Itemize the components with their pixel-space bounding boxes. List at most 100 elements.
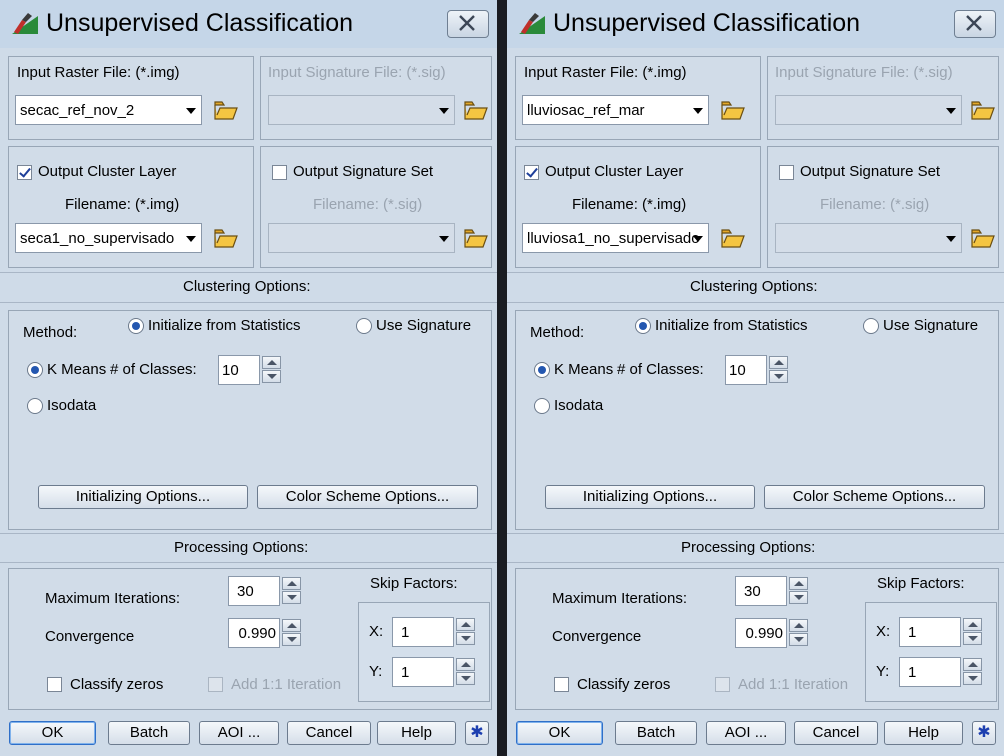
max-iterations-spinner[interactable]: 30 bbox=[735, 576, 813, 606]
spin-up-icon[interactable] bbox=[769, 356, 788, 369]
output-signature-checkbox[interactable] bbox=[272, 165, 287, 180]
classify-zeros-checkbox[interactable] bbox=[47, 677, 62, 692]
skip-x-spinner[interactable]: 1 bbox=[899, 617, 989, 647]
window-title: Unsupervised Classification bbox=[553, 9, 861, 37]
batch-button[interactable]: Batch bbox=[108, 721, 190, 745]
output-signature-combo[interactable] bbox=[268, 223, 455, 253]
skip-factors-label: Skip Factors: bbox=[370, 575, 458, 592]
use-signature-radio[interactable] bbox=[356, 318, 372, 334]
spin-up-icon[interactable] bbox=[456, 618, 475, 631]
spin-down-icon[interactable] bbox=[963, 672, 982, 685]
spin-up-icon[interactable] bbox=[282, 619, 301, 632]
max-iterations-label: Maximum Iterations: bbox=[45, 590, 181, 607]
aoi-button[interactable]: AOI ... bbox=[706, 721, 786, 745]
folder-open-icon[interactable] bbox=[971, 99, 995, 121]
color-scheme-options-button[interactable]: Color Scheme Options... bbox=[257, 485, 478, 509]
cancel-button[interactable]: Cancel bbox=[287, 721, 371, 745]
asterisk-icon[interactable]: ✱ bbox=[465, 721, 489, 745]
input-raster-label: Input Raster File: (*.img) bbox=[17, 64, 180, 81]
batch-button[interactable]: Batch bbox=[615, 721, 697, 745]
close-button[interactable] bbox=[447, 10, 489, 38]
input-signature-combo[interactable] bbox=[268, 95, 455, 125]
k-means-radio[interactable] bbox=[534, 362, 550, 378]
k-means-radio[interactable] bbox=[27, 362, 43, 378]
number-of-classes-spinner[interactable]: 10 bbox=[725, 355, 795, 385]
spin-up-icon[interactable] bbox=[282, 577, 301, 590]
spin-down-icon[interactable] bbox=[963, 632, 982, 645]
skip-x-label: X: bbox=[369, 623, 384, 640]
skip-y-label: Y: bbox=[369, 663, 383, 680]
input-raster-label: Input Raster File: (*.img) bbox=[524, 64, 687, 81]
spin-up-icon[interactable] bbox=[262, 356, 281, 369]
folder-open-icon[interactable] bbox=[214, 227, 238, 249]
spin-down-icon[interactable] bbox=[789, 633, 808, 646]
input-signature-label: Input Signature File: (*.sig) bbox=[268, 64, 446, 81]
chevron-down-icon bbox=[439, 108, 449, 114]
add-iteration-checkbox[interactable] bbox=[208, 677, 223, 692]
init-from-statistics-radio[interactable] bbox=[635, 318, 651, 334]
spin-down-icon[interactable] bbox=[769, 370, 788, 383]
method-label: Method: bbox=[530, 324, 585, 341]
max-iterations-spinner[interactable]: 30 bbox=[228, 576, 306, 606]
number-of-classes-label: # of Classes: bbox=[110, 361, 197, 378]
folder-open-icon[interactable] bbox=[721, 227, 745, 249]
input-signature-combo[interactable] bbox=[775, 95, 962, 125]
aoi-button[interactable]: AOI ... bbox=[199, 721, 279, 745]
spin-up-icon[interactable] bbox=[789, 577, 808, 590]
folder-open-icon[interactable] bbox=[464, 227, 488, 249]
help-button[interactable]: Help bbox=[377, 721, 456, 745]
output-cluster-combo[interactable]: lluviosa1_no_supervisado bbox=[522, 223, 709, 253]
folder-open-icon[interactable] bbox=[214, 99, 238, 121]
isodata-radio[interactable] bbox=[27, 398, 43, 414]
ok-button[interactable]: OK bbox=[516, 721, 603, 745]
convergence-spinner[interactable]: 0.990 bbox=[228, 618, 306, 648]
use-signature-radio[interactable] bbox=[863, 318, 879, 334]
isodata-radio[interactable] bbox=[534, 398, 550, 414]
spin-up-icon[interactable] bbox=[456, 658, 475, 671]
add-iteration-checkbox[interactable] bbox=[715, 677, 730, 692]
output-cluster-combo[interactable]: seca1_no_supervisado bbox=[15, 223, 202, 253]
output-cluster-label: Output Cluster Layer bbox=[545, 163, 684, 180]
folder-open-icon[interactable] bbox=[464, 99, 488, 121]
number-of-classes-spinner[interactable]: 10 bbox=[218, 355, 288, 385]
convergence-label: Convergence bbox=[45, 628, 135, 645]
spin-down-icon[interactable] bbox=[282, 633, 301, 646]
dialog-unsupervised-classification-2: Unsupervised Classification Input Raster… bbox=[507, 0, 1004, 756]
output-signature-combo[interactable] bbox=[775, 223, 962, 253]
output-signature-checkbox[interactable] bbox=[779, 165, 794, 180]
folder-open-icon[interactable] bbox=[721, 99, 745, 121]
spin-up-icon[interactable] bbox=[963, 658, 982, 671]
init-from-statistics-radio[interactable] bbox=[128, 318, 144, 334]
spin-down-icon[interactable] bbox=[789, 591, 808, 604]
asterisk-icon[interactable]: ✱ bbox=[972, 721, 996, 745]
separator bbox=[507, 272, 1004, 273]
close-button[interactable] bbox=[954, 10, 996, 38]
skip-y-label: Y: bbox=[876, 663, 890, 680]
spin-up-icon[interactable] bbox=[789, 619, 808, 632]
spin-up-icon[interactable] bbox=[963, 618, 982, 631]
skip-y-spinner[interactable]: 1 bbox=[899, 657, 989, 687]
convergence-spinner[interactable]: 0.990 bbox=[735, 618, 813, 648]
color-scheme-options-button[interactable]: Color Scheme Options... bbox=[764, 485, 985, 509]
spin-down-icon[interactable] bbox=[282, 591, 301, 604]
folder-open-icon[interactable] bbox=[971, 227, 995, 249]
classify-zeros-checkbox[interactable] bbox=[554, 677, 569, 692]
output-cluster-checkbox[interactable] bbox=[17, 165, 32, 180]
cancel-button[interactable]: Cancel bbox=[794, 721, 878, 745]
isodata-label: Isodata bbox=[554, 397, 604, 414]
pencil-icon bbox=[12, 13, 38, 34]
window-title: Unsupervised Classification bbox=[46, 9, 354, 37]
initializing-options-button[interactable]: Initializing Options... bbox=[545, 485, 755, 509]
output-cluster-checkbox[interactable] bbox=[524, 165, 539, 180]
spin-down-icon[interactable] bbox=[262, 370, 281, 383]
spin-down-icon[interactable] bbox=[456, 632, 475, 645]
input-raster-combo[interactable]: secac_ref_nov_2 bbox=[15, 95, 202, 125]
skip-y-spinner[interactable]: 1 bbox=[392, 657, 482, 687]
spin-down-icon[interactable] bbox=[456, 672, 475, 685]
use-signature-label: Use Signature bbox=[376, 317, 472, 334]
input-raster-combo[interactable]: lluviosac_ref_mar bbox=[522, 95, 709, 125]
skip-x-spinner[interactable]: 1 bbox=[392, 617, 482, 647]
ok-button[interactable]: OK bbox=[9, 721, 96, 745]
initializing-options-button[interactable]: Initializing Options... bbox=[38, 485, 248, 509]
help-button[interactable]: Help bbox=[884, 721, 963, 745]
